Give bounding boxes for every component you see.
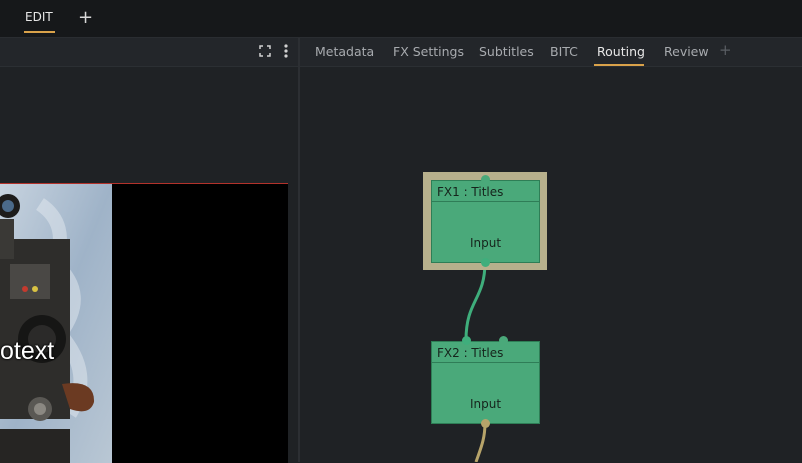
node-fx2[interactable]: FX2 : Titles Input [431, 341, 540, 424]
wire-fx1-to-fx2 [464, 261, 487, 341]
node-title: FX2 : Titles [437, 346, 504, 360]
node-fx2-output-port[interactable] [481, 419, 490, 428]
node-input-label: Input [469, 236, 502, 250]
node-fx1-input-port[interactable] [481, 175, 490, 184]
wire-fx2-out [474, 422, 487, 462]
node-title: FX1 : Titles [437, 185, 504, 199]
node-fx1-output-port[interactable] [481, 258, 490, 267]
node-input-label: Input [469, 397, 502, 411]
node-separator [432, 362, 539, 363]
node-fx1[interactable]: FX1 : Titles Input [431, 180, 540, 263]
node-separator [432, 201, 539, 202]
node-fx2-aux-port[interactable] [499, 336, 508, 345]
routing-wires [464, 261, 487, 462]
node-fx2-input-port[interactable] [462, 336, 471, 345]
